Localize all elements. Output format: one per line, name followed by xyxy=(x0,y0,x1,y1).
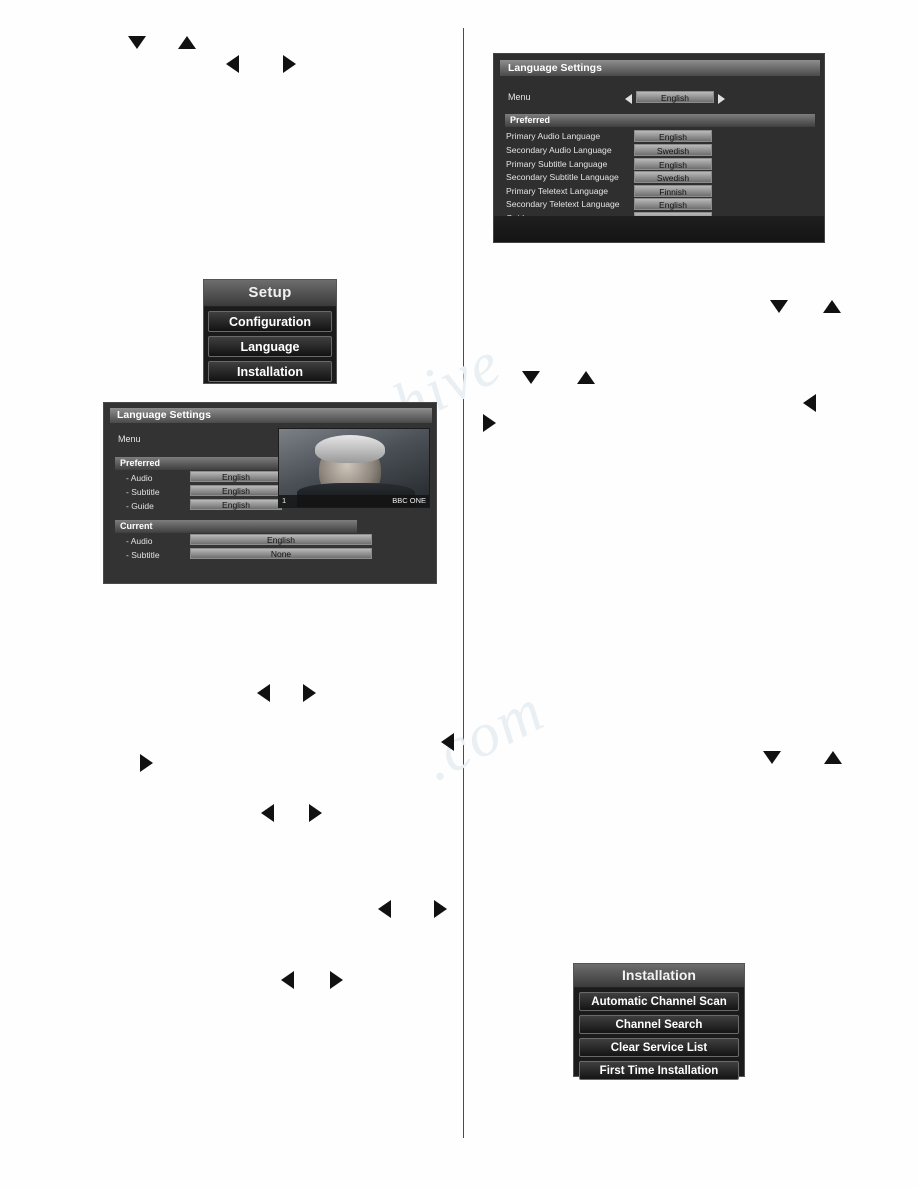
setup-menu: Setup Configuration Language Installatio… xyxy=(203,279,337,384)
menu-row-label-right: Menu xyxy=(508,92,531,102)
current-section-label: Current xyxy=(115,520,357,533)
row-value[interactable]: English xyxy=(634,130,712,142)
right-arrow-icon xyxy=(434,900,447,918)
down-arrow-icon xyxy=(763,751,781,764)
setup-menu-item-language[interactable]: Language xyxy=(208,336,332,357)
preferred-subtitle-label: - Subtitle xyxy=(126,487,160,497)
up-arrow-icon xyxy=(577,371,595,384)
left-arrow-icon xyxy=(441,733,454,751)
row-label: Primary Teletext Language xyxy=(506,186,609,196)
row-primary-subtitle-language: Primary Subtitle Language English xyxy=(506,158,816,171)
row-secondary-subtitle-language: Secondary Subtitle Language Swedish xyxy=(506,171,816,184)
menu-row-label: Menu xyxy=(118,434,141,444)
right-arrow-icon xyxy=(309,804,322,822)
installation-item-channel-search[interactable]: Channel Search xyxy=(579,1015,739,1034)
setup-menu-item-configuration[interactable]: Configuration xyxy=(208,311,332,332)
up-arrow-icon xyxy=(178,36,196,49)
preferred-guide-value[interactable]: English xyxy=(190,499,282,510)
menu-language-value-right[interactable]: English xyxy=(636,91,714,103)
preferred-audio-label: - Audio xyxy=(126,473,153,483)
preferred-section-label-right: Preferred xyxy=(505,114,815,127)
row-label: Primary Subtitle Language xyxy=(506,159,608,169)
setup-menu-title: Setup xyxy=(204,280,336,307)
row-value[interactable]: Swedish xyxy=(634,171,712,183)
current-audio-label: - Audio xyxy=(126,536,153,546)
channel-preview: 1 BBC ONE xyxy=(278,428,430,508)
right-arrow-icon xyxy=(303,684,316,702)
language-settings-panel-left: Language Settings Menu English Preferred… xyxy=(103,402,437,584)
preview-channel-number: 1 xyxy=(282,496,287,505)
preferred-section-label: Preferred xyxy=(115,457,285,470)
row-value[interactable]: English xyxy=(634,198,712,210)
up-arrow-icon xyxy=(823,300,841,313)
installation-menu-title: Installation xyxy=(574,964,744,988)
installation-item-clear-service-list[interactable]: Clear Service List xyxy=(579,1038,739,1057)
current-audio-value: English xyxy=(190,534,372,545)
language-settings-right-title: Language Settings xyxy=(500,60,820,76)
panel-bottom-strip xyxy=(494,216,824,242)
row-label: Secondary Audio Language xyxy=(506,145,612,155)
menu-left-arrow-icon-right[interactable] xyxy=(625,94,632,104)
menu-right-arrow-icon-right[interactable] xyxy=(718,94,725,104)
installation-menu: Installation Automatic Channel Scan Chan… xyxy=(573,963,745,1080)
up-arrow-icon xyxy=(824,751,842,764)
down-arrow-icon xyxy=(522,371,540,384)
row-secondary-audio-language: Secondary Audio Language Swedish xyxy=(506,144,816,157)
preferred-audio-value[interactable]: English xyxy=(190,471,282,482)
current-subtitle-value: None xyxy=(190,548,372,559)
language-settings-left-title: Language Settings xyxy=(110,408,432,423)
down-arrow-icon xyxy=(770,300,788,313)
right-arrow-icon xyxy=(283,55,296,73)
preferred-guide-label: - Guide xyxy=(126,501,154,511)
preferred-subtitle-value[interactable]: English xyxy=(190,485,282,496)
setup-menu-item-installation[interactable]: Installation xyxy=(208,361,332,382)
language-settings-panel-right: Language Settings Menu English Preferred… xyxy=(493,53,825,243)
installation-item-automatic-channel-scan[interactable]: Automatic Channel Scan xyxy=(579,992,739,1011)
preview-channel-name: BBC ONE xyxy=(392,496,426,505)
preview-info-bar: 1 BBC ONE xyxy=(279,495,429,507)
down-arrow-icon xyxy=(128,36,146,49)
current-subtitle-label: - Subtitle xyxy=(126,550,160,560)
row-label: Secondary Subtitle Language xyxy=(506,172,619,182)
left-arrow-icon xyxy=(226,55,239,73)
row-label: Primary Audio Language xyxy=(506,131,601,141)
left-arrow-icon xyxy=(261,804,274,822)
column-divider xyxy=(463,28,464,1138)
row-label: Secondary Teletext Language xyxy=(506,199,620,209)
installation-item-first-time-installation[interactable]: First Time Installation xyxy=(579,1061,739,1080)
row-primary-teletext-language: Primary Teletext Language Finnish xyxy=(506,185,816,198)
left-arrow-icon xyxy=(281,971,294,989)
watermark-line-2: .com xyxy=(411,675,556,795)
row-value[interactable]: Swedish xyxy=(634,144,712,156)
left-arrow-icon xyxy=(378,900,391,918)
row-secondary-teletext-language: Secondary Teletext Language English xyxy=(506,198,816,211)
row-value[interactable]: Finnish xyxy=(634,185,712,197)
left-arrow-icon xyxy=(257,684,270,702)
right-arrow-icon xyxy=(483,414,496,432)
right-arrow-icon xyxy=(140,754,153,772)
left-arrow-icon xyxy=(803,394,816,412)
row-value[interactable]: English xyxy=(634,158,712,170)
row-primary-audio-language: Primary Audio Language English xyxy=(506,130,816,143)
document-page: manualshive .com Setup Configuration Lan… xyxy=(0,0,918,1188)
preview-hair xyxy=(315,435,385,463)
right-arrow-icon xyxy=(330,971,343,989)
